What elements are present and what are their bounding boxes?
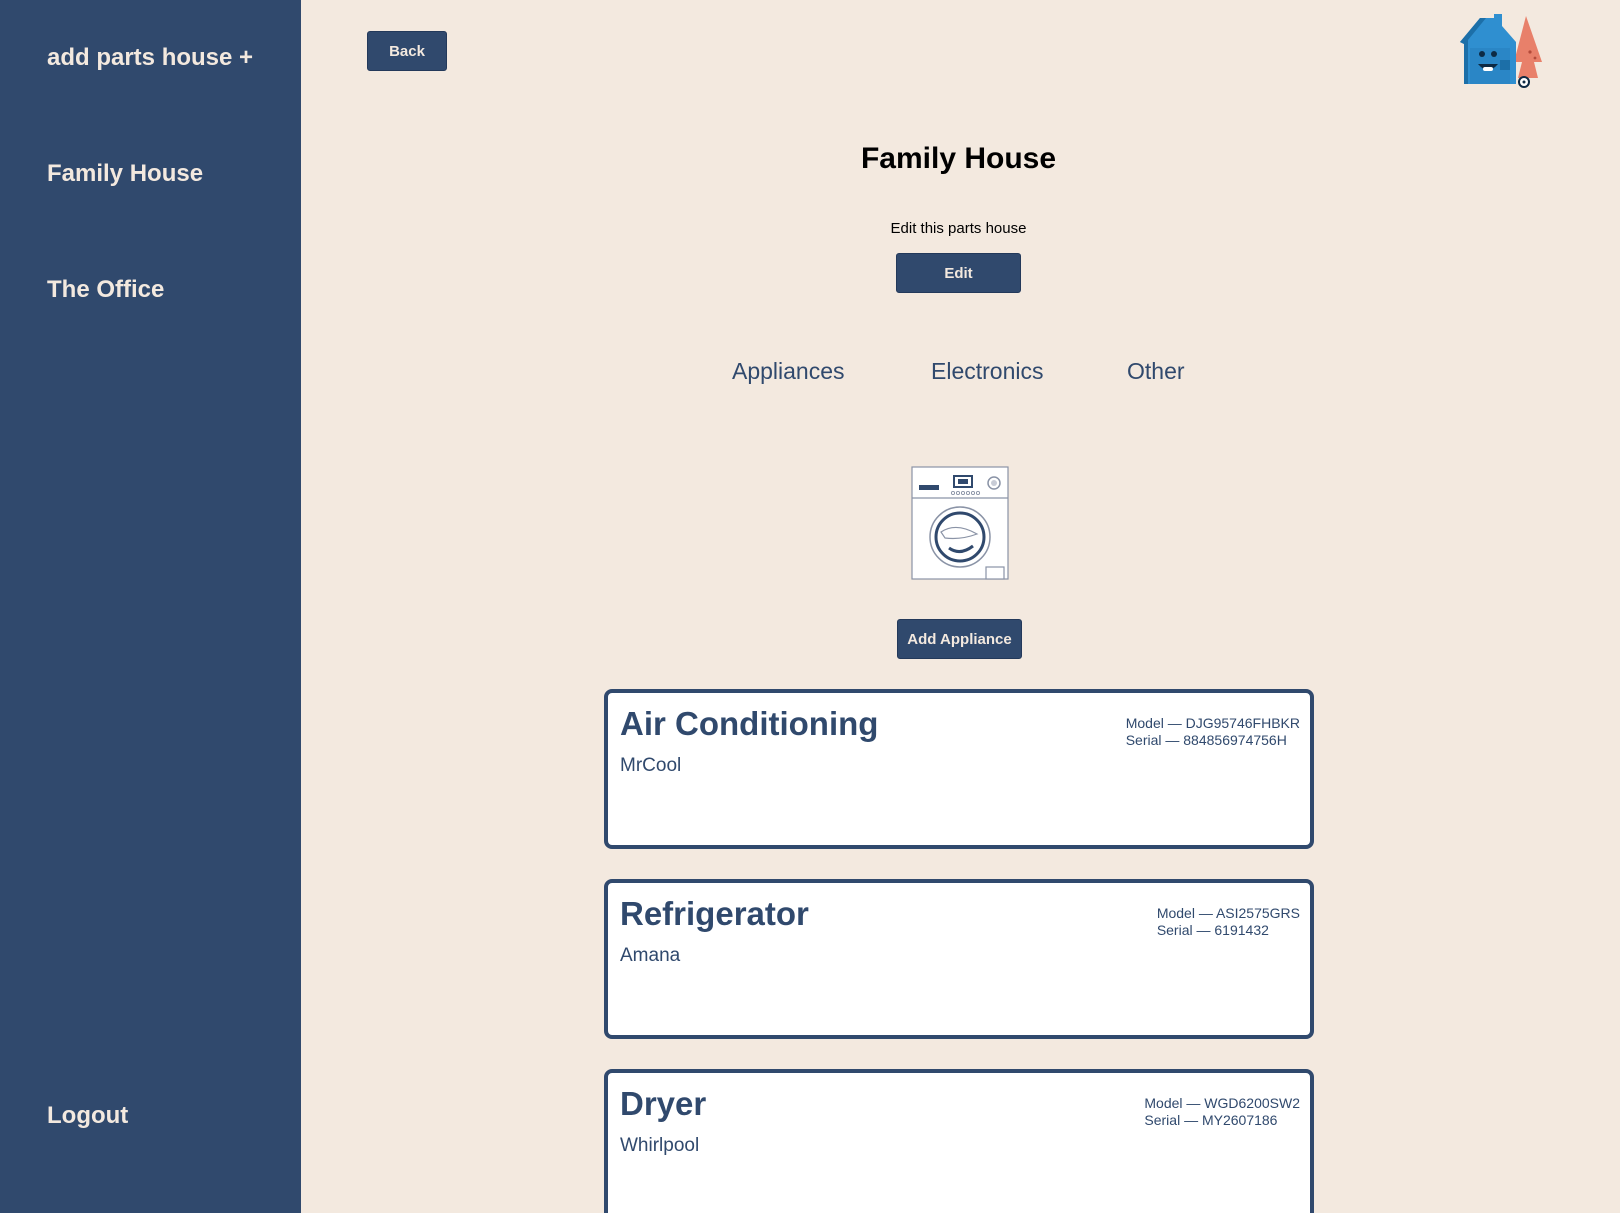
appliance-card[interactable]: Air Conditioning MrCool Model — DJG95746…	[604, 689, 1314, 849]
appliance-brand: Amana	[620, 945, 681, 966]
add-appliance-button[interactable]: Add Appliance	[897, 619, 1022, 659]
appliance-card[interactable]: Refrigerator Amana Model — ASI2575GRS Se…	[604, 879, 1314, 1039]
appliance-name: Dryer	[620, 1085, 707, 1122]
appliance-model: Model — WGD6200SW2	[1144, 1095, 1300, 1111]
sidebar-item-family-house[interactable]: Family House	[47, 160, 203, 188]
appliance-meta: Model — WGD6200SW2 Serial — MY2607186	[1144, 1095, 1300, 1129]
house-mascot-logo-icon	[1460, 14, 1542, 88]
appliance-brand: Whirlpool	[620, 1135, 700, 1156]
appliance-card[interactable]: Dryer Whirlpool Model — WGD6200SW2 Seria…	[604, 1069, 1314, 1213]
edit-caption: Edit this parts house	[890, 220, 1027, 237]
appliance-model: Model — ASI2575GRS	[1156, 905, 1300, 921]
tab-other[interactable]: Other	[1127, 358, 1185, 385]
appliance-brand: MrCool	[620, 755, 682, 776]
main-content: Back Family House Edit this parts house …	[301, 0, 1620, 1213]
appliance-name: Refrigerator	[620, 895, 809, 932]
tab-electronics[interactable]: Electronics	[931, 358, 1043, 385]
edit-button[interactable]: Edit	[896, 253, 1021, 293]
page-title: Family House	[860, 142, 1057, 175]
sidebar: add parts house + Family House The Offic…	[0, 0, 301, 1213]
tab-appliances[interactable]: Appliances	[732, 358, 845, 385]
appliance-serial: Serial — 6191432	[1156, 922, 1269, 938]
sidebar-item-the-office[interactable]: The Office	[47, 276, 164, 304]
appliance-serial: Serial — MY2607186	[1144, 1112, 1278, 1128]
appliance-serial: Serial — 884856974756H	[1125, 732, 1287, 748]
add-parts-house-link[interactable]: add parts house +	[47, 44, 253, 72]
logout-link[interactable]: Logout	[47, 1102, 128, 1130]
appliance-name: Air Conditioning	[620, 705, 879, 742]
appliance-meta: Model — DJG95746FHBKR Serial — 884856974…	[1126, 715, 1300, 749]
appliance-model: Model — DJG95746FHBKR	[1125, 715, 1300, 731]
washing-machine-icon	[911, 466, 1009, 580]
appliance-meta: Model — ASI2575GRS Serial — 6191432	[1157, 905, 1300, 939]
back-button[interactable]: Back	[367, 31, 447, 71]
